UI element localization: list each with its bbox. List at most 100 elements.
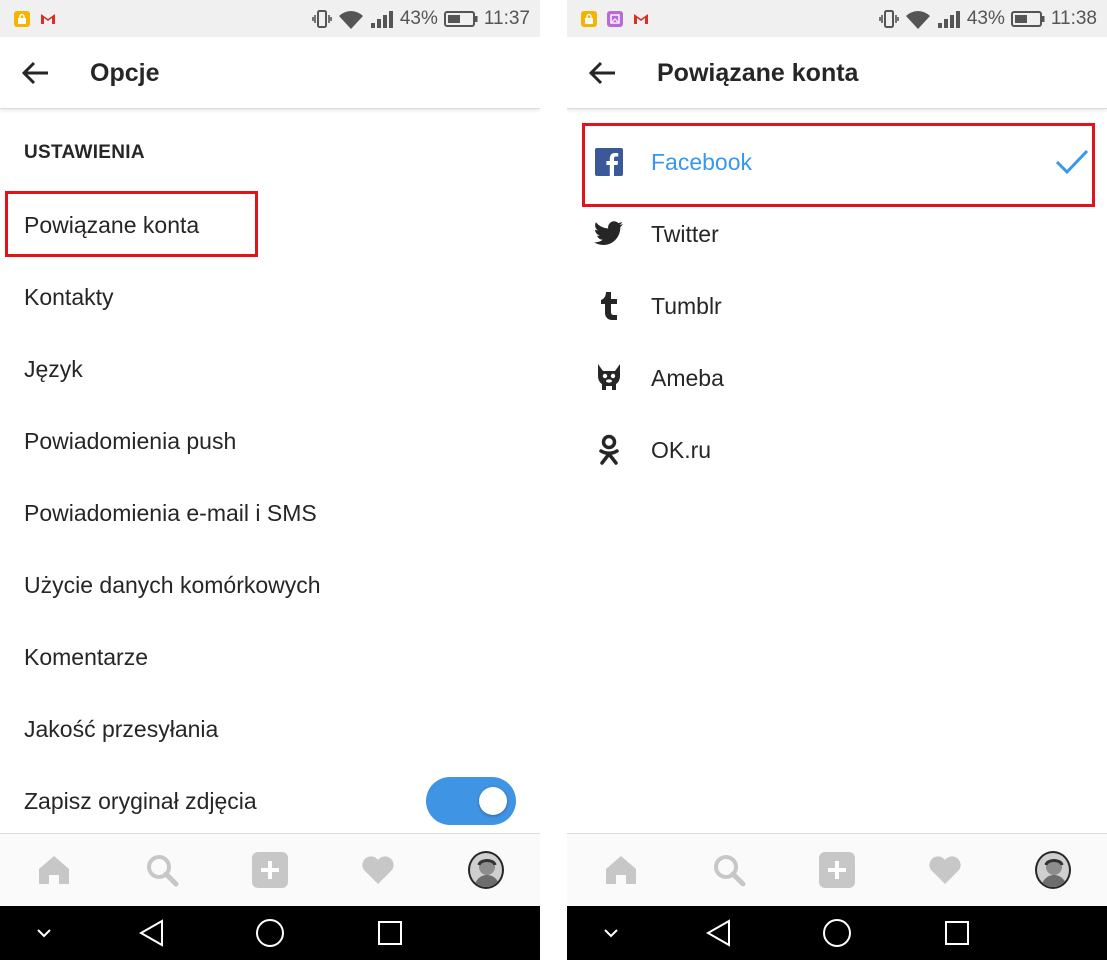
list-item-label: Jakość przesyłania xyxy=(24,715,219,742)
list-item-label: Komentarze xyxy=(24,643,149,670)
ameba-icon xyxy=(591,360,627,396)
search-icon xyxy=(714,855,746,887)
notification-lock-icon xyxy=(14,11,30,27)
tab-activity[interactable] xyxy=(360,852,396,888)
upload-quality-item[interactable]: Jakość przesyłania xyxy=(0,693,540,765)
clock: 11:37 xyxy=(483,8,530,29)
list-item-label: Powiadomienia push xyxy=(24,427,237,454)
cellular-data-item[interactable]: Użycie danych komórkowych xyxy=(0,549,540,621)
nav-recents[interactable] xyxy=(376,918,404,948)
tab-search[interactable] xyxy=(144,852,180,888)
nav-back[interactable] xyxy=(136,918,166,948)
arrow-left-icon xyxy=(589,61,615,85)
back-button[interactable] xyxy=(18,57,54,89)
wifi-icon xyxy=(905,11,930,29)
battery-percent: 43% xyxy=(399,8,438,29)
android-nav-bar xyxy=(567,906,1107,960)
circle-home-icon xyxy=(256,919,284,947)
account-twitter[interactable]: Twitter xyxy=(567,198,1107,270)
account-label: OK.ru xyxy=(651,436,712,463)
avatar-face-icon xyxy=(1041,859,1067,887)
nav-hide-keyboard[interactable] xyxy=(601,918,621,948)
square-recents-icon xyxy=(945,921,969,945)
square-recents-icon xyxy=(378,921,402,945)
tab-add[interactable] xyxy=(252,852,288,888)
heart-icon xyxy=(929,856,961,884)
account-ameba[interactable]: Ameba xyxy=(567,342,1107,414)
okru-icon xyxy=(591,432,627,468)
gallery-icon xyxy=(607,11,623,27)
notification-lock-icon xyxy=(581,11,597,27)
twitter-icon xyxy=(591,216,627,252)
section-header-settings: USTAWIENIA xyxy=(24,142,145,163)
tumblr-icon xyxy=(591,288,627,324)
profile-avatar xyxy=(468,851,504,889)
nav-hide-keyboard[interactable] xyxy=(34,918,54,948)
comments-item[interactable]: Komentarze xyxy=(0,621,540,693)
status-bar: 43% 11:37 xyxy=(0,0,540,37)
tab-search[interactable] xyxy=(711,852,747,888)
app-bar: Opcje xyxy=(0,37,540,109)
clock: 11:38 xyxy=(1050,8,1097,29)
nav-recents[interactable] xyxy=(943,918,971,948)
save-original-toggle[interactable] xyxy=(426,777,516,825)
arrow-left-icon xyxy=(22,61,48,85)
vibrate-icon xyxy=(312,10,332,28)
tab-activity[interactable] xyxy=(927,852,963,888)
circle-home-icon xyxy=(823,919,851,947)
tab-profile[interactable] xyxy=(468,851,504,889)
signal-icon xyxy=(937,11,960,28)
page-title: Opcje xyxy=(90,59,160,87)
profile-avatar xyxy=(1035,851,1071,889)
nav-back[interactable] xyxy=(703,918,733,948)
battery-icon xyxy=(1010,11,1045,27)
search-icon xyxy=(147,855,179,887)
gmail-icon xyxy=(40,11,56,27)
app-bar: Powiązane konta xyxy=(567,37,1107,109)
toggle-knob xyxy=(479,787,507,815)
page-title: Powiązane konta xyxy=(657,59,859,87)
add-icon xyxy=(819,852,855,888)
account-label: Tumblr xyxy=(651,292,722,319)
signal-icon xyxy=(370,11,393,28)
nav-home[interactable] xyxy=(255,918,285,948)
vibrate-icon xyxy=(879,10,899,28)
triangle-back-icon xyxy=(138,919,163,947)
gmail-icon xyxy=(633,11,649,27)
email-sms-notifications-item[interactable]: Powiadomienia e-mail i SMS xyxy=(0,477,540,549)
tab-add[interactable] xyxy=(819,852,855,888)
list-item-label: Powiadomienia e-mail i SMS xyxy=(24,499,317,526)
avatar-face-icon xyxy=(474,859,500,887)
status-bar: 43% 11:38 xyxy=(567,0,1107,37)
contacts-item[interactable]: Kontakty xyxy=(0,261,540,333)
highlight-box xyxy=(5,191,258,257)
language-item[interactable]: Język xyxy=(0,333,540,405)
account-okru[interactable]: OK.ru xyxy=(567,414,1107,486)
battery-icon xyxy=(443,11,478,27)
wifi-icon xyxy=(338,11,363,29)
tab-home[interactable] xyxy=(36,852,72,888)
list-item-label: Kontakty xyxy=(24,283,114,310)
account-tumblr[interactable]: Tumblr xyxy=(567,270,1107,342)
tab-home[interactable] xyxy=(603,852,639,888)
bottom-tab-bar xyxy=(567,833,1107,906)
push-notifications-item[interactable]: Powiadomienia push xyxy=(0,405,540,477)
chevron-down-icon xyxy=(37,929,51,938)
android-nav-bar xyxy=(0,906,540,960)
nav-home[interactable] xyxy=(822,918,852,948)
list-item-label: Zapisz oryginał zdjęcia xyxy=(24,787,257,814)
tab-profile[interactable] xyxy=(1035,851,1071,889)
options-screen: 43% 11:37 Opcje USTAWIENIA Powiązane kon… xyxy=(0,0,540,960)
add-icon xyxy=(252,852,288,888)
bottom-tab-bar xyxy=(0,833,540,906)
battery-percent: 43% xyxy=(966,8,1005,29)
triangle-back-icon xyxy=(705,919,730,947)
heart-icon xyxy=(362,856,394,884)
highlight-box xyxy=(582,123,1095,207)
account-label: Twitter xyxy=(651,220,719,247)
back-button[interactable] xyxy=(585,57,621,89)
account-label: Ameba xyxy=(651,364,724,391)
list-item-label: Użycie danych komórkowych xyxy=(24,571,321,598)
list-item-label: Język xyxy=(24,355,83,382)
home-icon xyxy=(39,856,69,884)
